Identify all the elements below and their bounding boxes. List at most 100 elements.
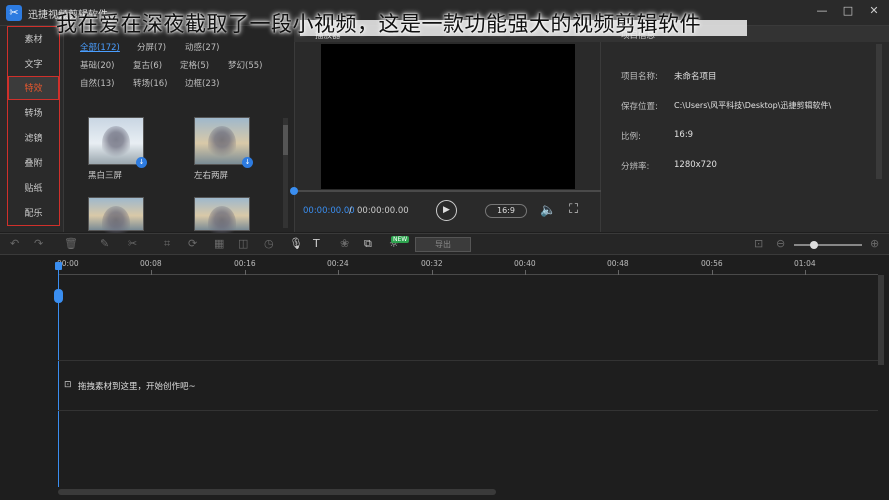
tree-image [208, 126, 236, 160]
track-divider [58, 410, 878, 411]
ruler-tick [712, 270, 713, 275]
playhead-marker[interactable] [55, 262, 62, 270]
effect-label: 黑白三屏 [88, 171, 123, 181]
tree-image [102, 126, 130, 160]
ruler-tick [338, 270, 339, 275]
category-transition[interactable]: 转场 [8, 102, 59, 126]
mic-icon[interactable]: 🎙 [289, 237, 303, 250]
category-sticker[interactable]: 贴纸 [8, 177, 59, 201]
ruler-tick-label: 00:16 [234, 259, 256, 268]
speed-icon[interactable]: ◷ [264, 237, 274, 250]
timeline-horizontal-scrollbar[interactable] [58, 489, 496, 495]
category-text[interactable]: 文字 [8, 53, 59, 77]
progress-handle[interactable] [290, 187, 298, 195]
new-badge: NEW [391, 236, 410, 243]
category-music[interactable]: 配乐 [8, 202, 59, 226]
ratio-value: 16:9 [674, 130, 694, 140]
fullscreen-icon[interactable]: ⛶ [569, 202, 578, 217]
effect-label: 左右两屏 [194, 171, 229, 181]
category-overlay[interactable]: 叠附 [8, 152, 59, 176]
ruler-tick [151, 270, 152, 275]
save-path-value: C:\Users\风平科技\Desktop\迅捷剪辑软件\ [674, 101, 832, 110]
tab-dynamic[interactable]: 动感(27) [185, 41, 219, 53]
volume-icon[interactable]: 🔈 [540, 203, 556, 218]
tab-freeze[interactable]: 定格(5) [180, 59, 209, 71]
tab-retro[interactable]: 复古(6) [133, 59, 162, 71]
play-button[interactable]: ▶ [436, 200, 457, 221]
media-drop-icon: ⊡ [64, 380, 72, 390]
ruler-tick-label: 00:48 [607, 259, 629, 268]
ruler-tick-label: 00:32 [421, 259, 443, 268]
time-separator: / [349, 206, 352, 216]
project-info-panel [601, 26, 889, 232]
timeline-area[interactable] [0, 256, 889, 500]
redo-icon[interactable]: ↷ [34, 237, 43, 250]
effects-scrollbar-thumb[interactable] [283, 125, 288, 155]
picture-in-picture-icon[interactable]: ⧉ [364, 237, 372, 251]
info-label: 比例: [621, 132, 641, 142]
ruler-tick-label: 00:08 [140, 259, 162, 268]
category-effects[interactable]: 特效 [8, 76, 59, 100]
info-label: 分辨率: [621, 162, 650, 172]
ruler-tick [245, 270, 246, 275]
freeze-icon[interactable]: ◫ [238, 237, 248, 250]
text-to-speech-icon[interactable]: T [313, 237, 320, 250]
export-button[interactable]: 导出 [415, 237, 471, 252]
tab-transition[interactable]: 转场(16) [133, 77, 167, 89]
close-button[interactable]: ✕ [867, 4, 881, 17]
tab-split[interactable]: 分屏(7) [137, 41, 166, 53]
ruler-tick-label: 00:56 [701, 259, 723, 268]
color-icon[interactable]: ❀ [340, 237, 349, 250]
zoom-in-icon[interactable]: ⊕ [870, 237, 879, 250]
maximize-button[interactable]: □ [841, 4, 855, 17]
mosaic-icon[interactable]: ▦ [214, 237, 224, 250]
effect-thumbnail[interactable] [194, 197, 250, 240]
minimize-button[interactable]: — [815, 4, 829, 17]
ruler-tick-label: 01:04 [794, 259, 816, 268]
info-label: 保存位置: [621, 102, 658, 112]
tab-all[interactable]: 全部(172) [80, 41, 120, 53]
tab-nature[interactable]: 自然(13) [80, 77, 114, 89]
drop-hint: 拖拽素材到这里，开始创作吧~ [78, 382, 196, 392]
ruler-tick [805, 270, 806, 275]
zoom-slider-handle[interactable] [810, 241, 818, 249]
effect-thumbnail[interactable]: ↓ [88, 117, 147, 168]
effect-thumbnail[interactable] [88, 197, 144, 240]
playback-progress[interactable] [294, 190, 601, 192]
preview-screen[interactable] [321, 44, 575, 189]
resolution-value: 1280x720 [674, 160, 717, 170]
delete-icon[interactable]: 🗑 [64, 237, 78, 250]
rotate-icon[interactable]: ⟳ [188, 237, 197, 250]
project-name-value: 未命名项目 [674, 72, 717, 82]
track-divider [58, 360, 878, 361]
app-logo-icon: ✂ [6, 5, 22, 21]
tab-basic[interactable]: 基础(20) [80, 59, 114, 71]
split-icon[interactable]: ✂ [128, 237, 137, 250]
edit-icon[interactable]: ✎ [100, 237, 109, 250]
ruler-tick-label: 00:40 [514, 259, 536, 268]
overlay-caption: 我在爱在深夜截取了一段小视频，这是一款功能强大的视频剪辑软件 [56, 12, 701, 36]
crop-icon[interactable]: ⌗ [164, 237, 170, 251]
zoom-out-icon[interactable]: ⊖ [776, 237, 785, 250]
effect-thumbnail[interactable]: ↓ [194, 117, 253, 168]
tab-border[interactable]: 边框(23) [185, 77, 219, 89]
category-material[interactable]: 素材 [8, 28, 59, 52]
aspect-ratio-select[interactable]: 16:9 [485, 204, 527, 218]
ruler-tick [525, 270, 526, 275]
timeline-vertical-scrollbar[interactable] [878, 275, 884, 365]
category-filter[interactable]: 滤镜 [8, 127, 59, 151]
download-icon[interactable]: ↓ [136, 157, 147, 168]
ruler-tick-label: 00:24 [327, 259, 349, 268]
tab-dream[interactable]: 梦幻(55) [228, 59, 262, 71]
time-ruler[interactable] [58, 256, 878, 275]
zoom-slider[interactable] [794, 244, 862, 246]
info-label: 项目名称: [621, 72, 658, 82]
ruler-tick [618, 270, 619, 275]
window-controls: — □ ✕ [815, 4, 881, 17]
fit-icon[interactable]: ⊡ [754, 237, 763, 250]
info-scrollbar[interactable] [876, 44, 882, 179]
undo-icon[interactable]: ↶ [10, 237, 19, 250]
playhead-handle[interactable] [54, 289, 63, 303]
download-icon[interactable]: ↓ [242, 157, 253, 168]
current-time: 00:00:00.00 [303, 206, 355, 216]
